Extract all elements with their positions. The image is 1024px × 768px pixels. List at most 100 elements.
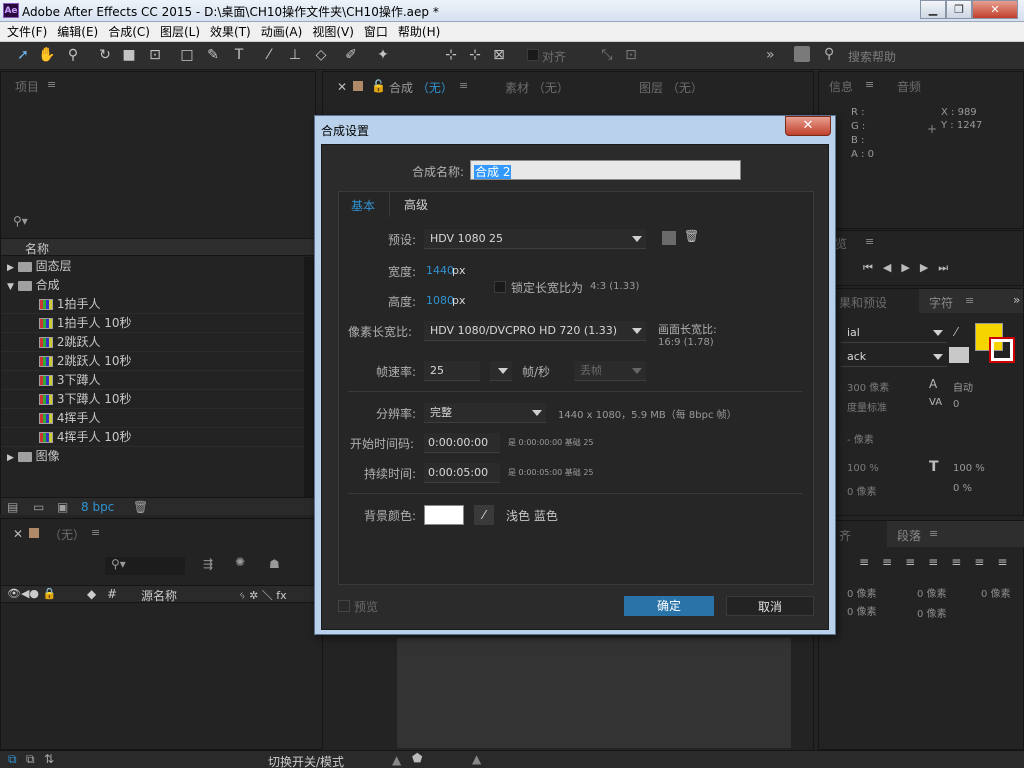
frame-rate-input[interactable]: 25 [424, 361, 480, 381]
list-item[interactable]: 3下蹲人 10秒 [1, 390, 304, 409]
indent-first-value[interactable]: 0 像素 [917, 585, 947, 600]
comp-name-input[interactable]: 合成 2 [470, 160, 741, 180]
maximize-button[interactable]: ❐ [946, 0, 972, 19]
minimize-button[interactable]: ▁ [920, 0, 946, 19]
resolution-select[interactable]: 完整 [424, 403, 546, 423]
menu-view[interactable]: 视图(V) [309, 23, 361, 40]
pen-tool-icon[interactable]: ✎ [204, 46, 222, 64]
snap-checkbox[interactable] [527, 49, 539, 61]
toggle-switches-modes-button[interactable]: 切换开关/模式 [268, 753, 344, 768]
project-search-icon[interactable]: ⚲▾ [13, 214, 28, 228]
zoom-out-icon[interactable]: ▲ [392, 753, 401, 767]
frame-rate-dropdown[interactable] [490, 361, 512, 381]
trash-icon[interactable]: 🗑 [133, 500, 148, 514]
zoom-in-icon[interactable]: ▲ [472, 752, 481, 766]
roto-brush-tool-icon[interactable]: ✐ [342, 46, 360, 64]
list-item[interactable]: 3下蹲人 [1, 371, 304, 390]
cancel-button[interactable]: 取消 [726, 596, 814, 616]
tab-footage[interactable]: 素材 （无） [505, 79, 569, 96]
snap-features-icon[interactable]: ⊡ [622, 46, 640, 64]
world-axis-icon[interactable]: ⊹ [466, 46, 484, 64]
pixel-aspect-select[interactable]: HDV 1080/DVCPRO HD 720 (1.33) [424, 321, 646, 341]
window-close-button[interactable]: ✕ [972, 0, 1018, 19]
indent-left-value[interactable]: 0 像素 [847, 585, 877, 600]
tab-paragraph[interactable]: 段落 [897, 527, 921, 544]
font-style-select[interactable]: ack [841, 347, 947, 367]
character-menu-icon[interactable]: ≡ [965, 294, 974, 307]
duration-input[interactable]: 0:00:05:00 [424, 463, 500, 483]
tab-layer[interactable]: 图层 （无） [639, 79, 703, 96]
menu-help[interactable]: 帮助(H) [395, 23, 447, 40]
graph-icon[interactable]: ⇅ [44, 752, 54, 766]
zoom-slider[interactable]: ⬟ [412, 751, 422, 765]
timeline-search-input[interactable]: ⚲▾ [105, 557, 185, 575]
paragraph-align-buttons[interactable]: ≡≡≡≡≡≡≡ [859, 555, 1020, 569]
source-name-column[interactable]: 源名称 [141, 587, 177, 604]
local-axis-icon[interactable]: ⊹ [442, 46, 460, 64]
rectangle-tool-icon[interactable]: □ [178, 46, 196, 64]
comp-close-icon[interactable]: ✕ [337, 80, 347, 94]
pan-behind-tool-icon[interactable]: ⊡ [146, 46, 164, 64]
list-item[interactable]: 4挥手人 [1, 409, 304, 428]
interpret-footage-icon[interactable]: ▤ [7, 500, 18, 514]
tab-audio[interactable]: 音频 [897, 78, 921, 95]
dialog-close-button[interactable]: ✕ [785, 116, 831, 136]
tab-advanced[interactable]: 高级 [392, 191, 442, 217]
menu-window[interactable]: 窗口 [361, 23, 395, 40]
horizontal-scale-value[interactable]: 100 % [953, 463, 985, 474]
menu-composition[interactable]: 合成(C) [105, 23, 157, 40]
hand-tool-icon[interactable]: ✋ [38, 46, 56, 64]
shy-layers-icon[interactable]: ☗ [269, 557, 280, 571]
list-item[interactable]: ▼ 合成 [1, 276, 304, 295]
workspace-icon[interactable] [794, 46, 810, 62]
save-preset-icon[interactable] [662, 231, 676, 245]
width-value[interactable]: 1440 [426, 264, 454, 277]
list-item[interactable]: 1拍手人 10秒 [1, 314, 304, 333]
preview-menu-icon[interactable]: ≡ [865, 235, 874, 248]
font-family-select[interactable]: ial [841, 323, 947, 343]
rotate-tool-icon[interactable]: ↻ [96, 46, 114, 64]
leading-value[interactable]: 自动 [953, 379, 973, 394]
list-item[interactable]: ▶ 图像 [1, 447, 304, 466]
eyedropper-icon[interactable]: ⁄ [955, 325, 957, 339]
preview-checkbox[interactable] [338, 600, 350, 612]
panel-overflow-icon[interactable]: » [1013, 293, 1020, 307]
paragraph-menu-icon[interactable]: ≡ [929, 527, 938, 540]
tab-basic[interactable]: 基本 [338, 191, 390, 217]
project-menu-icon[interactable]: ≡ [47, 78, 56, 91]
tab-preview[interactable]: 览 [835, 235, 847, 252]
comp-viewer-area[interactable] [397, 638, 791, 748]
render-time-icon[interactable]: ⧉ [8, 752, 17, 767]
preset-select[interactable]: HDV 1080 25 [424, 229, 646, 249]
new-composition-icon[interactable]: ▣ [57, 500, 68, 514]
tsume-value[interactable]: 0 % [953, 483, 972, 494]
list-item[interactable]: 2跳跃人 [1, 333, 304, 352]
eyedropper-icon[interactable]: ⁄ [474, 505, 494, 525]
search-help-input[interactable]: 搜索帮助 [848, 48, 896, 65]
timeline-tab[interactable]: （无） [49, 526, 85, 543]
list-item[interactable]: 1拍手人 [1, 295, 304, 314]
tracking-value[interactable]: 0 [953, 399, 959, 410]
draft-3d-icon[interactable]: ✺ [235, 555, 245, 569]
lock-icon[interactable]: 🔓 [371, 79, 386, 93]
menu-layer[interactable]: 图层(L) [157, 23, 207, 40]
view-axis-icon[interactable]: ⊠ [490, 46, 508, 64]
tab-info[interactable]: 信息 [829, 78, 853, 95]
playback-controls[interactable]: ⏮◀▶▶⏭ [863, 261, 958, 275]
info-menu-icon[interactable]: ≡ [865, 78, 874, 91]
clone-stamp-tool-icon[interactable]: ⊥ [286, 46, 304, 64]
font-size-value[interactable]: 300 像素 [847, 379, 889, 394]
list-item[interactable]: ▶ 固态层 [1, 257, 304, 276]
stroke-width-value[interactable]: - 像素 [847, 431, 874, 446]
menu-file[interactable]: 文件(F) [4, 23, 54, 40]
swap-colors-icon[interactable] [949, 347, 969, 363]
background-color-swatch[interactable] [424, 505, 464, 525]
project-tab[interactable]: 项目 [15, 78, 39, 95]
camera-tool-icon[interactable]: ■ [120, 46, 138, 64]
zoom-tool-icon[interactable]: ⚲ [64, 46, 82, 64]
vertical-scale-value[interactable]: 100 % [847, 463, 879, 474]
selection-tool-icon[interactable]: ➚ [14, 46, 32, 64]
tab-effects-presets[interactable]: 果和预设 [839, 294, 887, 311]
ok-button[interactable]: 确定 [624, 596, 714, 616]
text-tool-icon[interactable]: T [230, 46, 248, 64]
